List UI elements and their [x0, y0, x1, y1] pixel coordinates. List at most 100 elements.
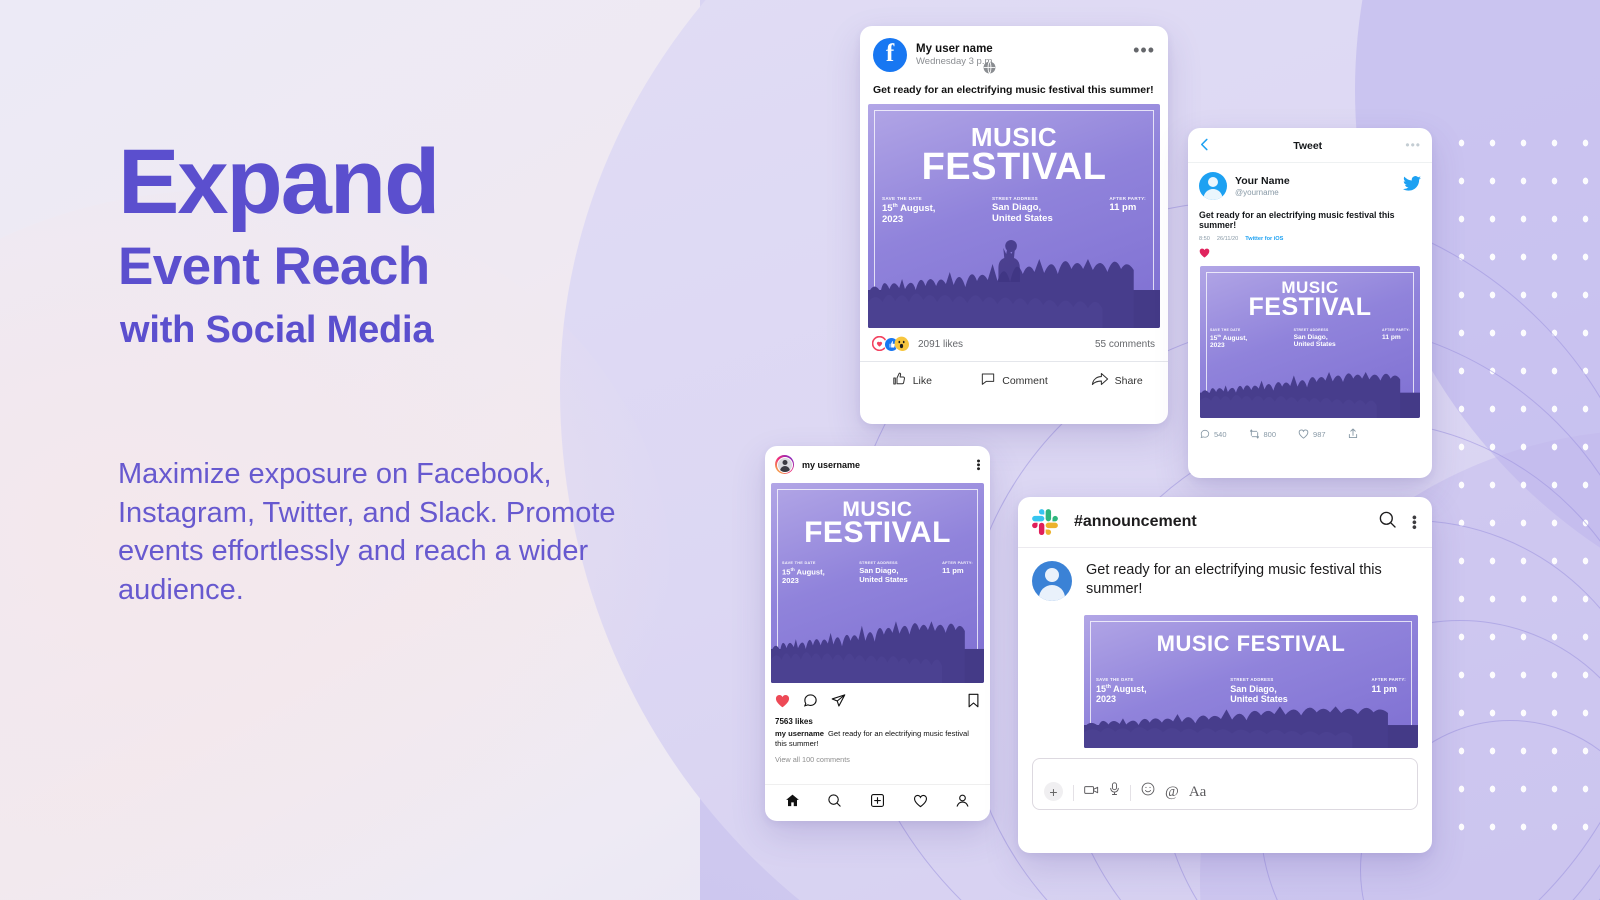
divider	[1073, 785, 1074, 801]
poster-title-block: MUSIC FESTIVAL	[1084, 615, 1418, 655]
heart-filled-icon[interactable]	[775, 694, 790, 713]
poster-meta-date: SAVE THE DATE 15th August, 2023	[882, 196, 936, 226]
poster-date-year: 2023	[782, 576, 799, 586]
poster-title-block: MUSIC FESTIVAL	[868, 104, 1160, 186]
slack-logo-icon	[1032, 509, 1058, 535]
instagram-story-ring[interactable]	[775, 455, 794, 474]
crowd-silhouette-graphic	[771, 597, 984, 683]
twitter-bird-icon	[1403, 176, 1421, 196]
poster-meta-date: SAVE THE DATE 15th August, 2023	[782, 561, 825, 586]
twitter-tweet-card: Tweet ••• Your Name @yourname Get ready …	[1188, 128, 1432, 478]
poster-title-single: MUSIC FESTIVAL	[1156, 631, 1346, 656]
crowd-silhouette-graphic	[1084, 690, 1418, 748]
twitter-reply-stat[interactable]: 540	[1200, 429, 1227, 441]
twitter-timestamp-row: 8:50 26/11/20 Twitter for iOS	[1188, 234, 1432, 246]
twitter-author-row: Your Name @yourname	[1188, 163, 1432, 204]
add-post-icon[interactable]	[870, 793, 885, 813]
ellipsis-icon[interactable]: •••	[1133, 41, 1155, 62]
emoji-icon[interactable]	[1141, 782, 1155, 801]
avatar	[1032, 561, 1072, 601]
facebook-post-header: f My user name Wednesday 3 p.m •••	[860, 26, 1168, 78]
poster-date-month: August,	[794, 567, 825, 577]
heart-filled-icon[interactable]	[1188, 246, 1432, 266]
twitter-source[interactable]: Twitter for iOS	[1245, 236, 1283, 242]
comment-icon	[1200, 429, 1210, 441]
poster-meta-address: STREET ADDRESS San Diago, United States	[992, 196, 1053, 224]
instagram-poster-image[interactable]: MUSIC FESTIVAL SAVE THE DATE 15th August…	[771, 483, 984, 683]
twitter-date: 26/11/20	[1216, 236, 1239, 242]
facebook-share-button[interactable]: Share	[1065, 371, 1168, 390]
poster-title-block: MUSIC FESTIVAL	[1200, 266, 1420, 320]
home-icon[interactable]	[785, 793, 800, 813]
poster-title-bottom: FESTIVAL	[804, 516, 951, 549]
facebook-post-card: f My user name Wednesday 3 p.m ••• Get r…	[860, 26, 1168, 424]
facebook-username-row: My user name	[916, 43, 1133, 55]
poster-afterparty-time: 11 pm	[1109, 202, 1137, 213]
twitter-time: 8:50	[1199, 236, 1210, 242]
thumbs-up-icon	[891, 371, 907, 390]
instagram-username[interactable]: my username	[802, 460, 975, 470]
twitter-stats-row: 540 800 987	[1188, 418, 1432, 449]
facebook-share-label: Share	[1114, 374, 1143, 387]
microphone-icon[interactable]	[1109, 782, 1120, 801]
poster-meta-row: SAVE THE DATE 15th August, 2023 STREET A…	[882, 196, 1146, 226]
chevron-left-icon[interactable]	[1199, 138, 1210, 153]
facebook-comment-label: Comment	[1002, 374, 1048, 387]
avatar	[777, 457, 792, 472]
paper-plane-icon[interactable]	[831, 693, 846, 713]
twitter-header-title: Tweet	[1293, 139, 1323, 152]
hero-body-copy: Maximize exposure on Facebook, Instagram…	[118, 458, 616, 606]
slack-message-composer[interactable]: + @ Aa	[1032, 758, 1418, 810]
facebook-author-block: My user name Wednesday 3 p.m	[916, 43, 1133, 67]
comment-bubble-icon[interactable]	[803, 693, 818, 713]
share-icon	[1348, 428, 1358, 441]
facebook-comment-count: 55 comments	[1094, 339, 1155, 350]
twitter-author-names: Your Name @yourname	[1235, 175, 1403, 197]
heart-icon[interactable]	[913, 794, 928, 813]
instagram-view-comments-link[interactable]: View all 100 comments	[765, 750, 990, 772]
globe-icon	[982, 60, 997, 80]
slack-channel-name[interactable]: #announcement	[1074, 513, 1378, 531]
poster-date-number: 15	[882, 203, 893, 215]
twitter-share-stat[interactable]	[1348, 428, 1358, 441]
mention-icon[interactable]: @	[1165, 784, 1179, 801]
facebook-poster-image[interactable]: MUSIC FESTIVAL SAVE THE DATE 15th August…	[868, 104, 1160, 328]
wow-reaction-icon	[895, 337, 910, 352]
instagram-post-card: my username ••• MUSIC FESTIVAL SAVE THE …	[765, 446, 990, 821]
slack-poster-image[interactable]: MUSIC FESTIVAL SAVE THE DATE 15th August…	[1084, 615, 1418, 748]
poster-address-line2: United States	[859, 574, 908, 584]
format-text-icon[interactable]: Aa	[1189, 784, 1207, 801]
facebook-logo-letter: f	[885, 40, 895, 67]
slack-header: #announcement •••	[1018, 497, 1432, 548]
divider	[1130, 785, 1131, 801]
poster-meta-afterparty: AFTER PARTY: 11 pm	[1109, 196, 1146, 213]
twitter-poster-image[interactable]: MUSIC FESTIVAL SAVE THE DATE 15th August…	[1200, 266, 1420, 418]
poster-address-line1: San Diago,	[1293, 333, 1328, 341]
twitter-like-stat[interactable]: 987	[1298, 429, 1326, 441]
search-icon[interactable]	[827, 793, 842, 813]
facebook-engagement-row: 2091 likes 55 comments	[860, 328, 1168, 361]
poster-address-line2: United States	[1293, 341, 1336, 349]
slack-message: Get ready for an electrifying music fest…	[1018, 548, 1432, 607]
plus-icon[interactable]: +	[1044, 782, 1063, 801]
poster-meta-afterparty: AFTER PARTY: 11 pm	[942, 561, 973, 575]
poster-title-bottom: FESTIVAL	[1248, 293, 1372, 321]
facebook-like-button[interactable]: Like	[860, 371, 963, 390]
poster-date-year: 2023	[1210, 342, 1225, 350]
facebook-comment-button[interactable]: Comment	[963, 371, 1066, 390]
bookmark-icon[interactable]	[967, 693, 980, 713]
crowd-silhouette-graphic	[868, 232, 1160, 328]
search-icon[interactable]	[1378, 510, 1397, 534]
instagram-caption-username[interactable]: my username	[775, 729, 824, 738]
profile-icon[interactable]	[955, 793, 970, 813]
facebook-like-label: Like	[912, 374, 932, 387]
video-icon[interactable]	[1084, 783, 1099, 801]
twitter-retweet-stat[interactable]: 800	[1249, 428, 1276, 441]
vertical-ellipsis-icon[interactable]: •••	[972, 459, 984, 471]
facebook-like-count: 2091 likes	[918, 339, 964, 350]
vertical-ellipsis-icon[interactable]: •••	[1407, 515, 1423, 530]
retweet-icon	[1249, 428, 1260, 441]
share-arrow-icon	[1091, 371, 1109, 390]
ellipsis-icon[interactable]: •••	[1405, 139, 1421, 151]
hero-headline-primary: Expand	[118, 131, 440, 233]
